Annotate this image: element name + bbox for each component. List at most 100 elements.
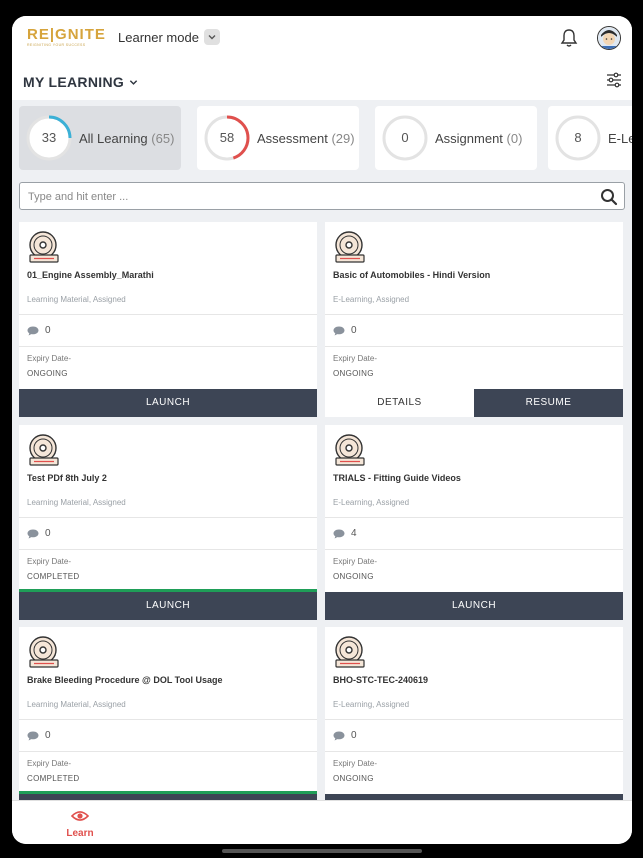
nav-learn-label: Learn (66, 828, 94, 839)
comment-count: 4 (351, 528, 357, 539)
expiry-value: ONGOING (333, 572, 374, 581)
card-actions: LAUNCH (19, 389, 317, 417)
stat-label: E-Learning (608, 130, 632, 146)
stats-strip: 33 All Learning (65) 58 Assessment (29) … (12, 106, 632, 170)
comment-icon (333, 529, 345, 538)
details-button[interactable]: DETAILS (325, 389, 474, 417)
stat-value: 8 (574, 130, 582, 145)
course-type: Learning Material, Assigned (27, 295, 126, 304)
stat-value: 0 (401, 130, 409, 145)
stat-label: Assessment (29) (257, 130, 355, 146)
divider (325, 346, 623, 347)
comments[interactable]: 0 (333, 325, 357, 336)
course-card[interactable]: Test PDf 8th July 2 Learning Material, A… (19, 425, 317, 620)
comments[interactable]: 4 (333, 528, 357, 539)
course-type: Learning Material, Assigned (27, 498, 126, 507)
top-bar: RE|GNITE REIGNITING YOUR SUCCESS Learner… (12, 16, 632, 60)
course-card[interactable]: TRIALS - Fitting Guide Videos E-Learning… (325, 425, 623, 620)
search-icon[interactable] (600, 188, 618, 206)
reignite-logo: RE|GNITE REIGNITING YOUR SUCCESS (27, 26, 107, 50)
app-screen: RE|GNITE REIGNITING YOUR SUCCESS Learner… (12, 16, 632, 844)
logo-text: RE|GNITE (27, 26, 106, 43)
launch-button[interactable]: LAUNCH (325, 592, 623, 620)
divider (325, 314, 623, 315)
expiry-value: ONGOING (27, 369, 68, 378)
divider (325, 719, 623, 720)
bell-icon[interactable] (560, 28, 578, 48)
course-disc-icon (27, 433, 61, 467)
divider (19, 314, 317, 315)
comment-count: 0 (45, 325, 51, 336)
chevron-down-icon (130, 80, 138, 85)
filter-icon[interactable] (606, 72, 622, 88)
course-type: E-Learning, Assigned (333, 700, 410, 709)
course-title[interactable]: Test PDf 8th July 2 (27, 473, 307, 483)
comment-icon (27, 731, 39, 740)
launch-button[interactable]: LAUNCH (19, 592, 317, 620)
logo-tagline: REIGNITING YOUR SUCCESS (27, 43, 86, 47)
page-title: MY LEARNING (23, 74, 125, 90)
course-disc-icon (333, 433, 367, 467)
stat-e-learning[interactable]: 8 E-Learning (548, 106, 632, 170)
course-card[interactable]: 01_Engine Assembly_Marathi Learning Mate… (19, 222, 317, 417)
launch-button[interactable]: LAUNCH (19, 389, 317, 417)
comment-icon (333, 326, 345, 335)
mode-label: Learner mode (118, 29, 199, 45)
course-title[interactable]: Brake Bleeding Procedure @ DOL Tool Usag… (27, 675, 307, 685)
expiry-value: COMPLETED (27, 774, 80, 783)
stat-label: All Learning (65) (79, 130, 175, 146)
stat-assignment[interactable]: 0 Assignment (0) (375, 106, 537, 170)
comment-count: 0 (45, 730, 51, 741)
course-card[interactable]: BHO-STC-TEC-240619 E-Learning, Assigned … (325, 627, 623, 822)
course-title[interactable]: 01_Engine Assembly_Marathi (27, 270, 307, 280)
course-disc-icon (333, 230, 367, 264)
expiry-label: Expiry Date- (27, 354, 72, 363)
mode-selector[interactable]: Learner mode (118, 27, 220, 47)
expiry-label: Expiry Date- (333, 354, 378, 363)
search-input[interactable] (28, 187, 588, 207)
expiry-value: ONGOING (333, 369, 374, 378)
nav-learn[interactable]: Learn (66, 809, 94, 839)
expiry-label: Expiry Date- (27, 759, 72, 768)
course-disc-icon (27, 230, 61, 264)
card-actions: LAUNCH (19, 592, 317, 620)
divider (19, 751, 317, 752)
stat-all-learning[interactable]: 33 All Learning (65) (19, 106, 181, 170)
expiry-label: Expiry Date- (333, 557, 378, 566)
course-card[interactable]: Brake Bleeding Procedure @ DOL Tool Usag… (19, 627, 317, 822)
divider (325, 751, 623, 752)
course-title[interactable]: BHO-STC-TEC-240619 (333, 675, 613, 685)
divider (19, 517, 317, 518)
stat-assessment[interactable]: 58 Assessment (29) (197, 106, 359, 170)
progress-ring: 58 (203, 114, 251, 162)
stat-label: Assignment (0) (435, 130, 523, 146)
card-actions: DETAILS RESUME (325, 389, 623, 417)
expiry-value: ONGOING (333, 774, 374, 783)
divider (325, 549, 623, 550)
expiry-label: Expiry Date- (27, 557, 72, 566)
comment-icon (27, 529, 39, 538)
avatar[interactable] (597, 26, 621, 50)
comments[interactable]: 0 (27, 730, 51, 741)
comment-icon (333, 731, 345, 740)
resume-button[interactable]: RESUME (474, 389, 623, 417)
chevron-down-icon[interactable] (203, 29, 220, 45)
divider (19, 549, 317, 550)
divider (19, 719, 317, 720)
progress-ring: 33 (25, 114, 73, 162)
comments[interactable]: 0 (27, 325, 51, 336)
course-card[interactable]: Basic of Automobiles - Hindi Version E-L… (325, 222, 623, 417)
comment-count: 0 (351, 325, 357, 336)
comment-count: 0 (45, 528, 51, 539)
progress-ring: 0 (381, 114, 429, 162)
comments[interactable]: 0 (27, 528, 51, 539)
card-actions: LAUNCH (325, 592, 623, 620)
home-indicator (222, 849, 422, 853)
course-title[interactable]: TRIALS - Fitting Guide Videos (333, 473, 613, 483)
comments[interactable]: 0 (333, 730, 357, 741)
bottom-nav: Learn (12, 800, 632, 844)
course-title[interactable]: Basic of Automobiles - Hindi Version (333, 270, 613, 280)
my-learning-dropdown[interactable]: MY LEARNING (23, 74, 138, 90)
section-header: MY LEARNING (12, 60, 632, 100)
course-type: Learning Material, Assigned (27, 700, 126, 709)
